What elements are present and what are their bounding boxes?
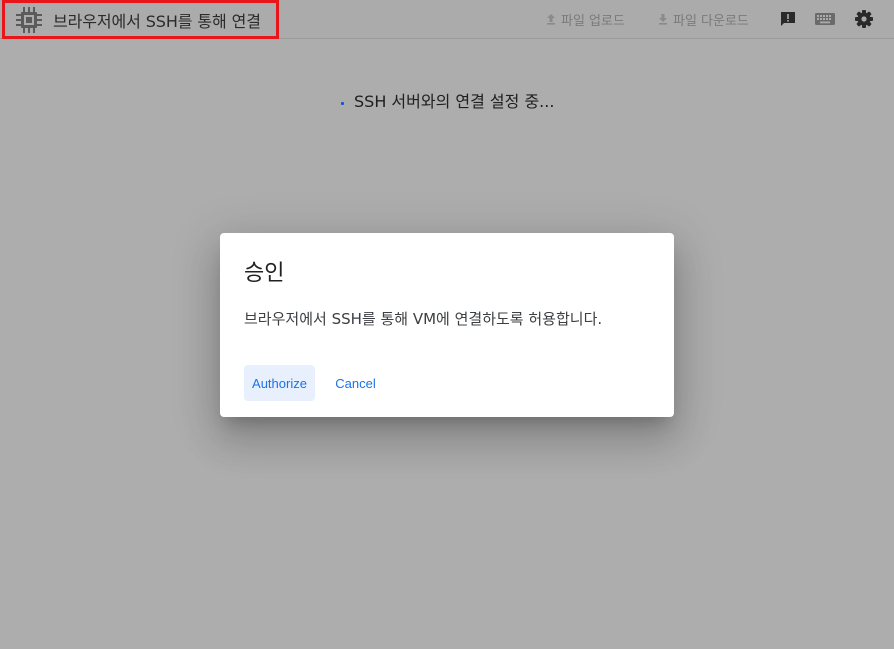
title-area: 브라우저에서 SSH를 통해 연결 [2,0,279,39]
cancel-button[interactable]: Cancel [330,365,381,401]
connection-status: SSH 서버와의 연결 설정 중... [0,88,894,112]
upload-icon [547,14,555,25]
keyboard-button[interactable] [814,8,836,30]
gear-icon [855,10,873,28]
upload-label: 파일 업로드 [561,13,625,29]
authorize-dialog: 승인 브라우저에서 SSH를 통해 VM에 연결하도록 허용합니다. Autho… [220,233,674,417]
upload-file-button[interactable]: 파일 업로드 [544,0,625,38]
settings-button[interactable] [853,8,875,30]
dialog-title: 승인 [244,261,285,286]
download-label: 파일 다운로드 [673,13,749,29]
download-icon [659,14,667,25]
top-bar: 브라우저에서 SSH를 통해 연결 파일 업로드 파일 다운로드 [0,0,894,39]
ssh-window: 브라우저에서 SSH를 통해 연결 파일 업로드 파일 다운로드 SSH 서버와… [0,0,894,649]
keyboard-icon [815,13,835,25]
download-file-button[interactable]: 파일 다운로드 [656,0,749,38]
authorize-button[interactable]: Authorize [244,365,315,401]
dialog-message: 브라우저에서 SSH를 통해 VM에 연결하도록 허용합니다. [244,310,603,328]
cpu-chip-icon [15,6,43,34]
feedback-button[interactable] [777,8,799,30]
status-text: SSH 서버와의 연결 설정 중... [354,92,555,111]
page-title: 브라우저에서 SSH를 통해 연결 [53,11,261,31]
loading-spinner [341,102,344,105]
feedback-icon [781,12,795,26]
